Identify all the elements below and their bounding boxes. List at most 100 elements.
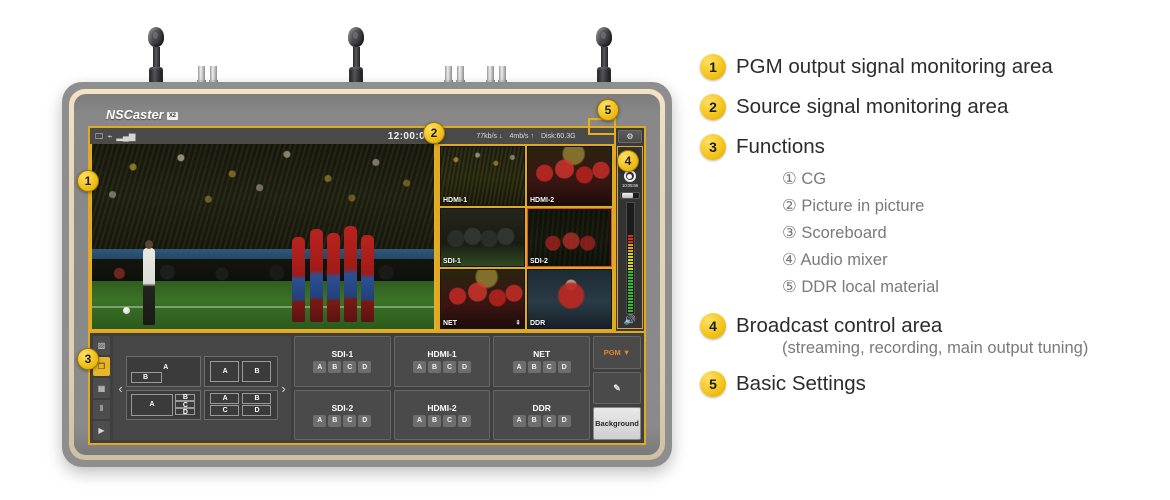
- prev-layout-arrow[interactable]: ‹: [115, 381, 126, 396]
- source-label: NET: [443, 320, 457, 327]
- channel-slot-c[interactable]: C: [442, 361, 456, 374]
- antenna-ball-icon: [348, 27, 364, 47]
- audio-meter-segment: [627, 283, 633, 285]
- layout-label: A: [163, 363, 169, 371]
- layout-label: C: [222, 407, 228, 415]
- highlight-settings: [588, 118, 616, 135]
- channel-slot-a[interactable]: A: [512, 361, 526, 374]
- channel-slot-b[interactable]: B: [427, 414, 441, 427]
- channel-slot-a[interactable]: A: [412, 414, 426, 427]
- callout-badge-4: 4: [617, 150, 639, 172]
- channel-name: SDI-2: [331, 402, 354, 413]
- function-sub-item: ⑤ DDR local material: [782, 278, 939, 296]
- audio-meter-segment: [627, 256, 633, 258]
- channel-slot-b[interactable]: B: [328, 414, 342, 427]
- audio-meter-segment: [627, 250, 633, 252]
- channel-source-grid: SDI-1 A B C D HDMI-1 A B C D NET A B C D SDI-2 A B C D HDMI-…: [294, 336, 590, 440]
- record-button[interactable]: 10:05:56: [622, 170, 638, 188]
- channel-name: SDI-1: [331, 349, 354, 360]
- function-sub-item: ② Picture in picture: [782, 197, 925, 215]
- channel-slot-a[interactable]: A: [313, 414, 327, 427]
- channel-slot-d[interactable]: D: [457, 361, 471, 374]
- channel-slot-c[interactable]: C: [343, 361, 357, 374]
- pgm-select-button[interactable]: PGM ▼: [593, 336, 641, 369]
- channel-name: HDMI-1: [427, 349, 457, 360]
- next-layout-arrow[interactable]: ›: [278, 381, 289, 396]
- layout-label: B: [254, 395, 260, 403]
- channel-button-row: ABCD: [313, 361, 372, 374]
- settings-button[interactable]: ⚙: [618, 130, 642, 143]
- source-cell-sdi-2[interactable]: SDI-2: [527, 207, 612, 268]
- source-cell-ddr[interactable]: DDR: [527, 269, 612, 329]
- channel-slot-a[interactable]: A: [313, 361, 327, 374]
- bnc-pin: [445, 66, 452, 80]
- channel-block-sdi-1: SDI-1 A B C D: [294, 336, 391, 387]
- channel-slot-b[interactable]: B: [328, 361, 342, 374]
- screen-upper: 🖵 ⌁ ▂▄▆ 12:00:00 77kb/s ↓ 4mb/s ↑ Disk:6…: [90, 128, 644, 331]
- device-face: NSCaster X2 🖵 ⌁ ▂▄▆ 12:00:00 77kb/s ↓ 4m…: [74, 94, 660, 455]
- channel-slot-b[interactable]: B: [527, 361, 541, 374]
- channel-slot-c[interactable]: C: [442, 414, 456, 427]
- source-cell-sdi-1[interactable]: SDI-1: [440, 207, 525, 268]
- audio-mixer-icon[interactable]: ⦀: [93, 399, 110, 419]
- source-label: HDMI-1: [443, 196, 468, 204]
- channel-slot-b[interactable]: B: [427, 361, 441, 374]
- brand-logo: NSCaster: [106, 108, 164, 122]
- audio-meter-segment: [627, 262, 633, 264]
- layout-preset-side-by-side[interactable]: A B: [203, 356, 278, 387]
- audio-meter-segment: [627, 289, 633, 291]
- legend-badge-3: 3: [700, 134, 726, 160]
- source-cell-hdmi-1[interactable]: HDMI-1: [440, 146, 525, 206]
- player-figure: [292, 236, 306, 322]
- legend-item-4: 4 Broadcast control area: [700, 313, 1160, 339]
- gear-icon: ⚙: [626, 132, 634, 141]
- source-cell-net[interactable]: NET ⇞: [440, 269, 525, 329]
- layout-label: D: [254, 407, 260, 415]
- legend-badge-2: 2: [700, 94, 726, 120]
- pgm-video-preview[interactable]: [90, 144, 436, 331]
- layout-label: A: [222, 367, 228, 375]
- ddr-icon[interactable]: ▶: [93, 420, 110, 441]
- layout-preset-one-plus-three[interactable]: A B C D: [126, 389, 201, 420]
- layout-preset-quad[interactable]: A B C D: [203, 389, 278, 420]
- audio-meter-segment: [627, 304, 633, 306]
- background-button[interactable]: Background: [593, 407, 641, 441]
- volume-slider[interactable]: [620, 192, 640, 199]
- source-cell-hdmi-2[interactable]: HDMI-2: [527, 146, 612, 206]
- speaker-icon[interactable]: 🔊: [624, 316, 636, 326]
- channel-name: DDR: [532, 402, 551, 413]
- antenna-ball-icon: [148, 27, 164, 47]
- edit-button[interactable]: ✎: [593, 371, 641, 405]
- channel-slot-c[interactable]: C: [343, 414, 357, 427]
- channel-slot-d[interactable]: D: [358, 414, 372, 427]
- channel-slot-a[interactable]: A: [512, 414, 526, 427]
- channel-slot-d[interactable]: D: [557, 361, 571, 374]
- scoreboard-icon[interactable]: ▦: [93, 378, 110, 398]
- device-bezel: NSCaster X2 🖵 ⌁ ▂▄▆ 12:00:00 77kb/s ↓ 4m…: [69, 89, 665, 460]
- layout-preset-pip[interactable]: A B: [126, 356, 201, 387]
- channel-button-row: ABCD: [512, 414, 571, 427]
- channel-slot-d[interactable]: D: [358, 361, 372, 374]
- channel-slot-c[interactable]: C: [542, 414, 556, 427]
- audio-meter-segment: [627, 241, 633, 243]
- channel-slot-a[interactable]: A: [412, 361, 426, 374]
- output-buttons-column: PGM ▼ ✎ Background: [593, 336, 641, 441]
- channel-slot-c[interactable]: C: [542, 361, 556, 374]
- volume-slider-knob[interactable]: [622, 193, 633, 198]
- channel-block-ddr: DDR A B C D: [493, 389, 590, 440]
- channel-slot-d[interactable]: D: [557, 414, 571, 427]
- audio-meter-segment: [627, 247, 633, 249]
- bnc-pin: [499, 66, 506, 80]
- legend-badge-1: 1: [700, 54, 726, 80]
- callout-badge-1: 1: [77, 170, 99, 192]
- device-illustration: NSCaster X2 🖵 ⌁ ▂▄▆ 12:00:00 77kb/s ↓ 4m…: [0, 0, 690, 500]
- audio-meter-segment: [627, 244, 633, 246]
- layout-label: D: [182, 408, 188, 416]
- antenna-rod: [352, 47, 360, 67]
- audio-meter-segment: [627, 268, 633, 270]
- channel-slot-b[interactable]: B: [527, 414, 541, 427]
- audio-meter-segment: [627, 280, 633, 282]
- function-sub-item: ③ Scoreboard: [782, 224, 887, 242]
- functions-panel: ▨ ❐ ▦ ⦀ ▶ ‹ A B A B A B C D A B C D › SD…: [90, 331, 644, 443]
- channel-slot-d[interactable]: D: [457, 414, 471, 427]
